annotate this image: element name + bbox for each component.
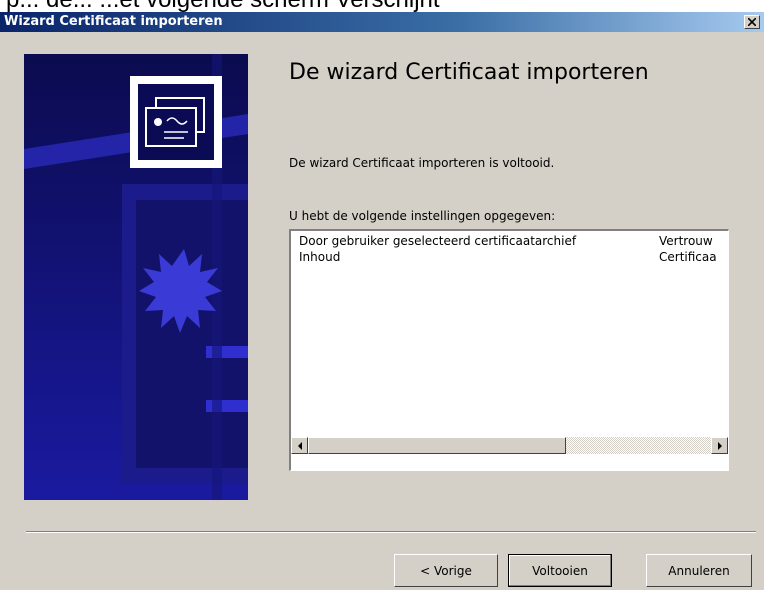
cropped-caption-text: p... de... ...et volgende scherm Verschi… bbox=[0, 0, 764, 12]
scrollbar-thumb[interactable] bbox=[308, 437, 566, 454]
completion-status-text: De wizard Certificaat importeren is volt… bbox=[289, 156, 555, 170]
settings-list-label: U hebt de volgende instellingen opgegeve… bbox=[289, 209, 556, 223]
scroll-left-button[interactable] bbox=[291, 437, 308, 454]
scrollbar-track[interactable] bbox=[566, 437, 711, 454]
finish-button[interactable]: Voltooien bbox=[508, 554, 612, 587]
setting-name: Door gebruiker geselecteerd certificaata… bbox=[299, 234, 577, 248]
window-title: Wizard Certificaat importeren bbox=[4, 14, 223, 29]
setting-value: Vertrouw bbox=[659, 234, 713, 248]
horizontal-scrollbar[interactable] bbox=[291, 437, 728, 454]
arrow-left-icon bbox=[298, 442, 302, 450]
back-button[interactable]: < Vorige bbox=[394, 554, 498, 587]
arrow-right-icon bbox=[718, 442, 722, 450]
settings-list-content: Door gebruiker geselecteerd certificaata… bbox=[291, 231, 728, 437]
close-icon bbox=[748, 18, 756, 26]
title-bar[interactable]: Wizard Certificaat importeren bbox=[0, 12, 764, 32]
list-item[interactable]: Inhoud Certificaa bbox=[291, 249, 728, 265]
wizard-heading: De wizard Certificaat importeren bbox=[289, 60, 649, 85]
setting-value: Certificaa bbox=[659, 250, 717, 264]
wizard-side-graphic bbox=[24, 54, 248, 500]
scroll-right-button[interactable] bbox=[711, 437, 728, 454]
button-area-divider bbox=[26, 531, 756, 533]
settings-listbox[interactable]: Door gebruiker geselecteerd certificaata… bbox=[289, 229, 729, 471]
certificate-icon bbox=[130, 76, 222, 168]
setting-name: Inhoud bbox=[299, 250, 341, 264]
list-item[interactable]: Door gebruiker geselecteerd certificaata… bbox=[291, 233, 728, 249]
cancel-button[interactable]: Annuleren bbox=[646, 554, 752, 587]
close-button[interactable] bbox=[744, 15, 760, 29]
import-certificate-wizard-window: Wizard Certificaat importeren De wizard … bbox=[0, 12, 764, 590]
